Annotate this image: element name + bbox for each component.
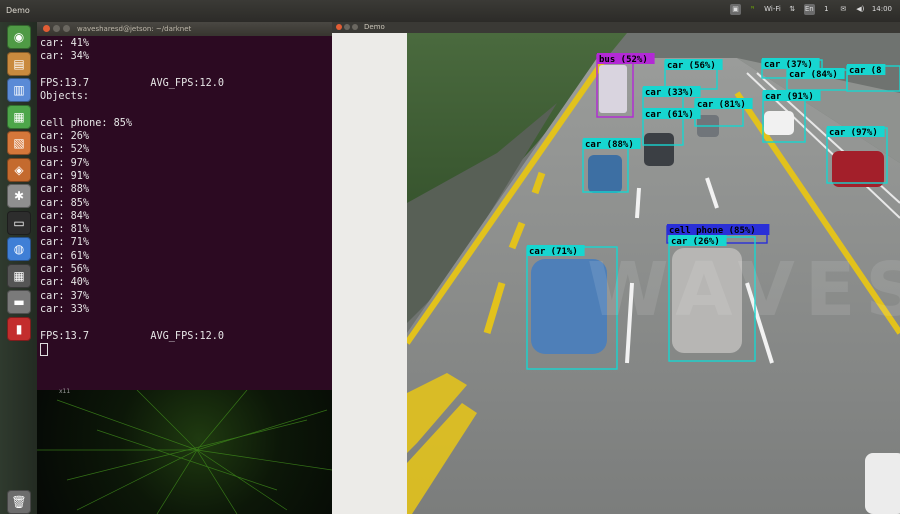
- detection-label: cell phone (85%): [669, 226, 756, 236]
- terminal-titlebar[interactable]: wavesharesd@jetson: ~/darknet: [37, 22, 332, 36]
- detection-label: car (71%): [529, 247, 578, 257]
- detection-label: car (8: [849, 66, 882, 76]
- terminal-line: FPS:13.7 AVG_FPS:12.0: [40, 77, 225, 89]
- close-icon[interactable]: [43, 25, 50, 32]
- terminal-line: car: 56%: [40, 264, 90, 276]
- demo-titlebar[interactable]: Demo: [332, 22, 900, 33]
- detection-label: car (26%): [671, 237, 720, 247]
- mail-icon[interactable]: ✉: [838, 4, 849, 15]
- video-frame: bus (52%) car (56%) car (37%) car (84%) car …: [407, 33, 900, 514]
- system-settings-icon[interactable]: ✱: [7, 184, 31, 208]
- terminal-line: FPS:13.7 AVG_FPS:12.0: [40, 330, 225, 342]
- maximize-icon[interactable]: [352, 24, 358, 30]
- terminal-line: car: 81%: [40, 224, 90, 236]
- desktop-wallpaper: x11: [37, 388, 332, 514]
- terminal-line: car: 37%: [40, 290, 90, 302]
- app-icon[interactable]: ▮: [7, 316, 31, 341]
- demo-window[interactable]: Demo bus (52%) car (56%) car (37%) car (…: [332, 22, 900, 514]
- minimize-icon[interactable]: [344, 24, 350, 30]
- indicator-screen-icon[interactable]: ▣: [730, 4, 742, 15]
- detection-label: car (91%): [765, 92, 814, 102]
- terminal-line: bus: 52%: [40, 144, 90, 156]
- indicator-area: ▣ ᴺ Wi-Fi ⇅ En 1 ✉ ◀) 14:00: [730, 4, 892, 15]
- maximize-icon[interactable]: [63, 25, 70, 32]
- detection-label: bus (52%): [599, 55, 648, 65]
- terminal-title: wavesharesd@jetson: ~/darknet: [77, 25, 192, 33]
- terminal-line: car: 84%: [40, 210, 90, 222]
- detection-label: car (33%): [645, 88, 694, 98]
- terminal-icon[interactable]: ▭: [7, 210, 31, 235]
- terminal-output[interactable]: car: 41% car: 34% FPS:13.7 AVG_FPS:12.0 Obj…: [40, 37, 330, 390]
- nvidia-icon[interactable]: ᴺ: [747, 4, 758, 15]
- workspace-indicator[interactable]: 1: [821, 4, 832, 15]
- trash-icon[interactable]: 🗑: [7, 490, 31, 514]
- detection-label: car (84%): [789, 70, 838, 80]
- terminal-window[interactable]: wavesharesd@jetson: ~/darknet car: 41% ca…: [37, 22, 332, 390]
- detection-label: car (97%): [829, 128, 878, 138]
- software-center-icon[interactable]: ◈: [7, 157, 31, 182]
- volume-icon[interactable]: ◀): [855, 4, 866, 15]
- active-app-title: Demo: [6, 6, 30, 15]
- wallpaper-lines: [37, 390, 332, 514]
- terminal-line: car: 88%: [40, 184, 90, 196]
- terminal-line: car: 85%: [40, 197, 90, 209]
- watermark: WAVESHARE: [587, 247, 900, 333]
- ubuntu-dash-icon[interactable]: ◉: [7, 25, 31, 49]
- terminal-line: car: 97%: [40, 157, 90, 169]
- presentation-icon[interactable]: ▧: [7, 131, 31, 155]
- terminal-line: car: 26%: [40, 131, 90, 143]
- terminal-line: car: 61%: [40, 250, 90, 262]
- workspace-switcher-icon[interactable]: ▦: [7, 263, 31, 288]
- spreadsheet-icon[interactable]: ▦: [7, 104, 31, 129]
- terminal-line: car: 40%: [40, 277, 90, 289]
- wifi-indicator[interactable]: Wi-Fi: [764, 4, 781, 15]
- terminal-line: car: 34%: [40, 51, 90, 63]
- keyboard-layout-indicator[interactable]: En: [803, 4, 815, 15]
- demo-title: Demo: [364, 23, 385, 31]
- launcher: ◉ ▤ ▥ ▦ ▧ ◈ ✱ ▭ ◍ ▦ ▬ ▮ 🗑: [0, 22, 37, 514]
- clock[interactable]: 14:00: [872, 4, 892, 15]
- text-editor-icon[interactable]: ▥: [7, 78, 31, 102]
- terminal-line: car: 91%: [40, 170, 90, 182]
- network-icon[interactable]: ⇅: [787, 4, 798, 15]
- detection-label: car (56%): [667, 61, 716, 71]
- terminal-line: cell phone: 85%: [40, 117, 133, 129]
- close-icon[interactable]: [336, 24, 342, 30]
- terminal-line: car: 41%: [40, 38, 90, 49]
- terminal-line: car: 33%: [40, 303, 90, 315]
- terminal-cursor: [40, 342, 48, 356]
- detection-label: car (61%): [645, 110, 694, 120]
- top-panel: Demo ▣ ᴺ Wi-Fi ⇅ En 1 ✉ ◀) 14:00: [0, 0, 900, 22]
- drive-icon[interactable]: ▬: [7, 290, 31, 314]
- minimize-icon[interactable]: [53, 25, 60, 32]
- terminal-line: car: 71%: [40, 237, 90, 249]
- chromium-icon[interactable]: ◍: [7, 237, 31, 261]
- detection-label: car (88%): [585, 140, 634, 150]
- files-icon[interactable]: ▤: [7, 51, 31, 76]
- terminal-line: Objects:: [40, 91, 90, 103]
- detection-label: car (81%): [697, 100, 746, 110]
